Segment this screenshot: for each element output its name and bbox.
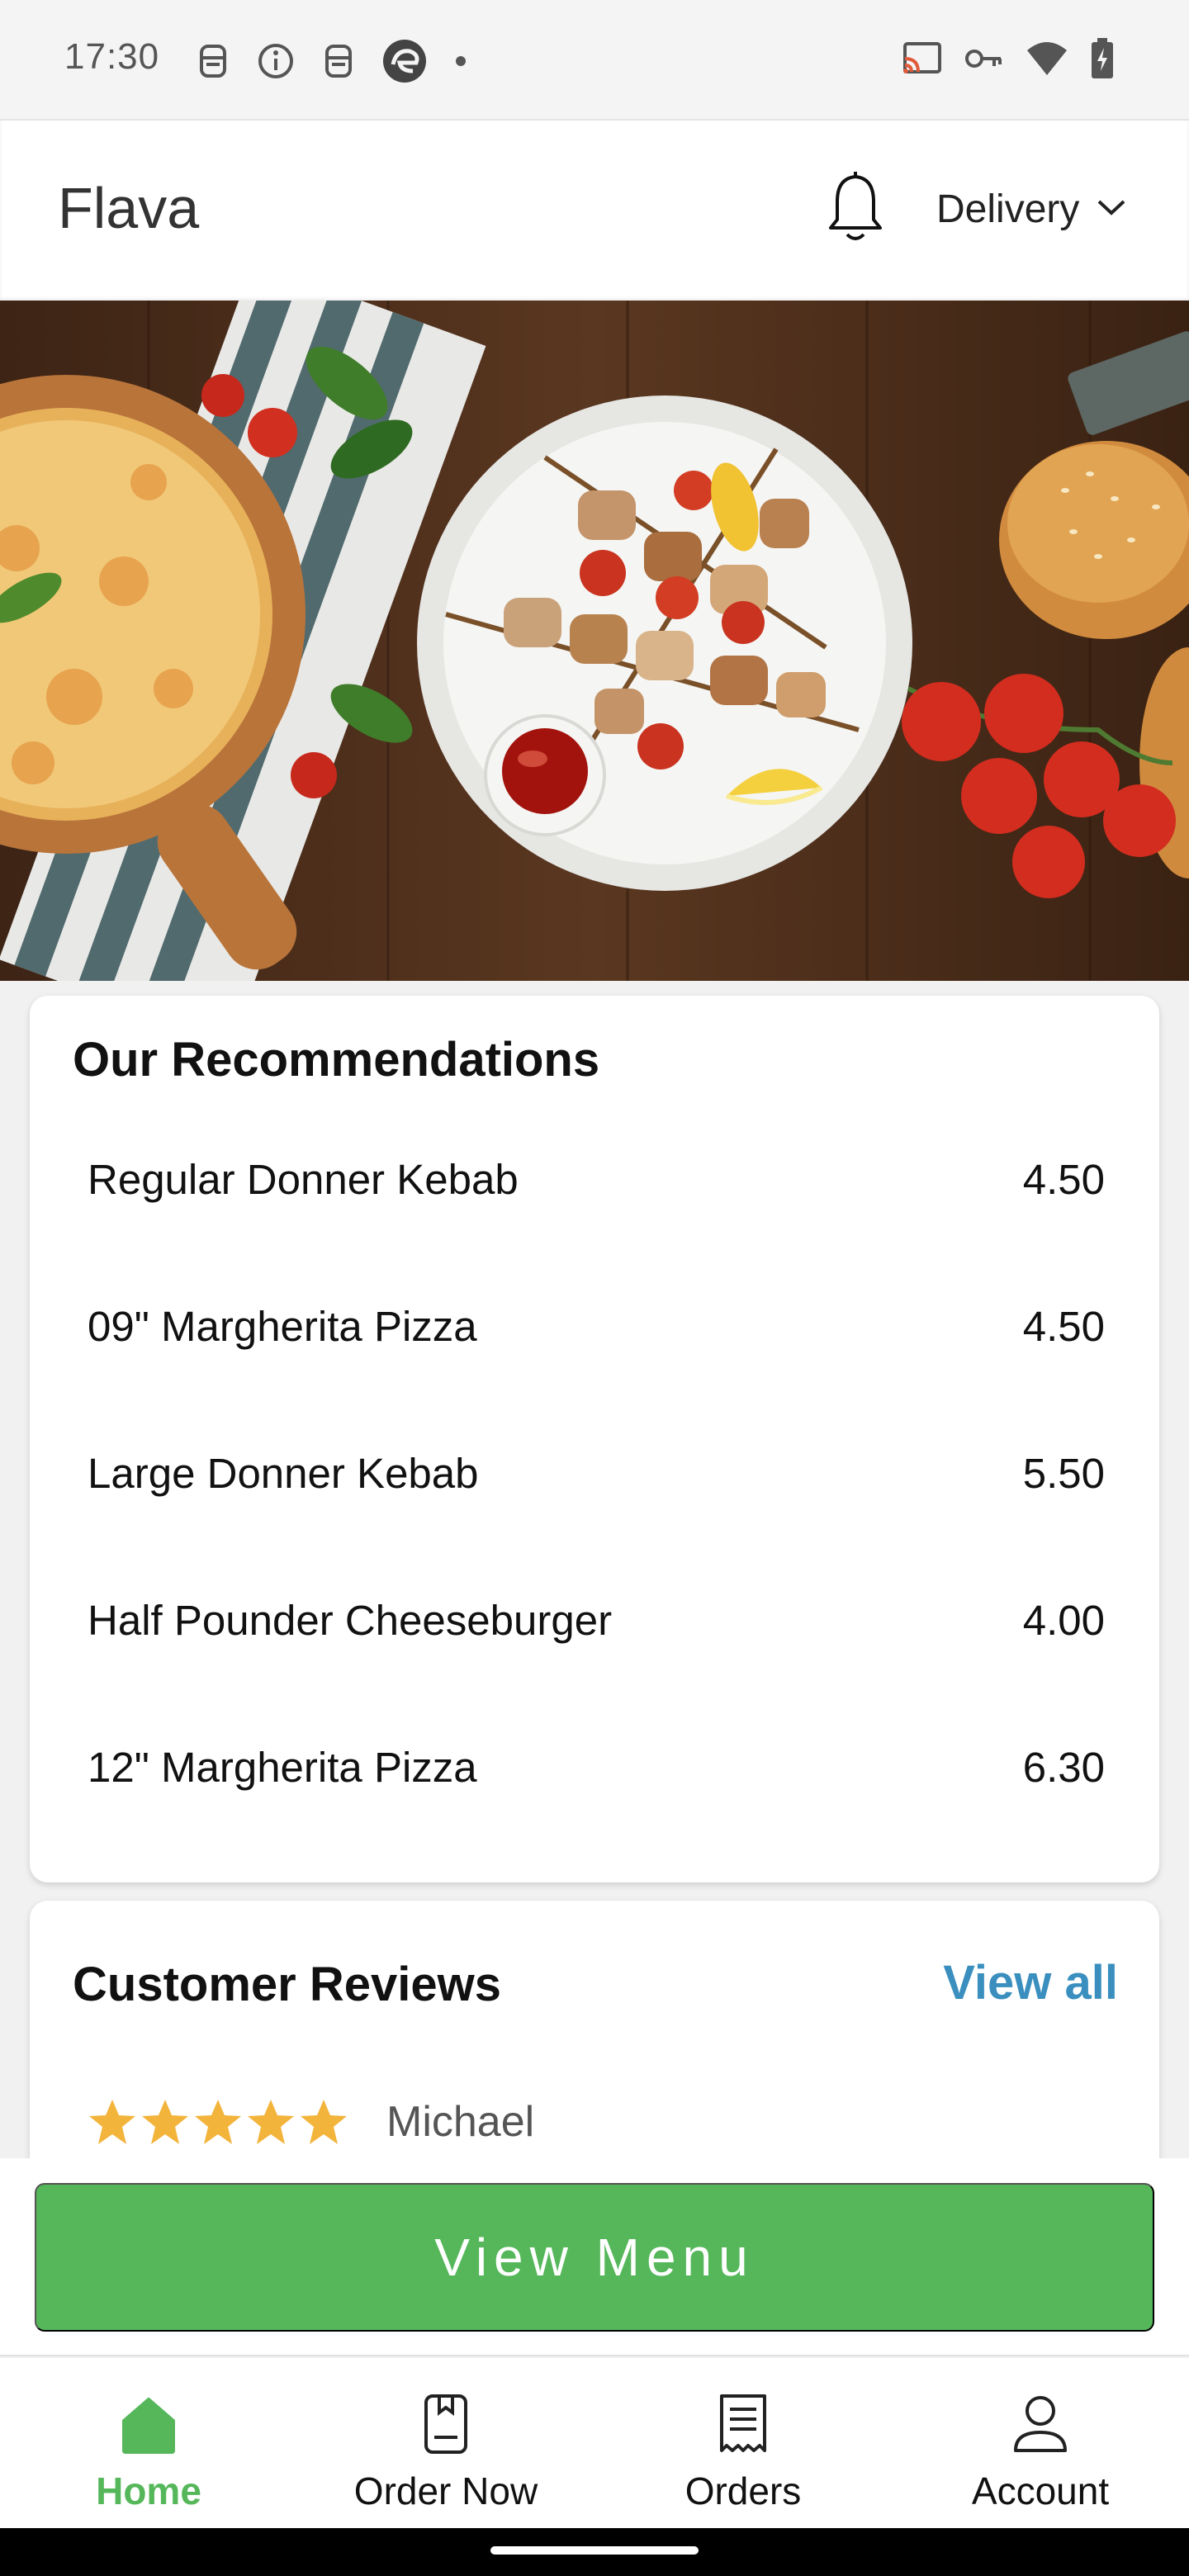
reviews-title: Customer Reviews [73,1958,501,2011]
bottom-nav: Home Order Now Orders Account [0,2358,1189,2528]
star-icon [195,2100,241,2144]
delivery-mode-label: Delivery [936,187,1080,231]
robot-icon [320,41,357,85]
hero-banner [0,301,1189,981]
nav-item-order-now[interactable]: Order Now [297,2358,594,2528]
star-icon [89,2100,135,2144]
item-price: 4.00 [1022,1596,1105,1644]
item-name: Half Pounder Cheeseburger [88,1596,613,1644]
bell-icon[interactable] [822,168,888,248]
nav-item-account[interactable]: Account [892,2358,1189,2528]
nav-item-home[interactable]: Home [0,2358,297,2528]
item-price: 5.50 [1022,1449,1105,1497]
customer-reviews-card: Customer Reviews View all Michael [30,1901,1159,2181]
food-banner-image [0,301,1189,981]
review-item[interactable]: Michael [88,2097,534,2147]
item-name: Regular Donner Kebab [88,1155,519,1203]
vpn-key-icon [964,46,1004,75]
app-title: Flava [58,176,200,240]
nav-label-order-now: Order Now [353,2469,538,2512]
recommendation-item[interactable]: 09" Margherita Pizza 4.50 [88,1276,1105,1376]
recommendation-item[interactable]: Regular Donner Kebab 4.50 [88,1129,1105,1229]
delivery-mode-dropdown[interactable]: Delivery [936,187,1127,232]
nav-item-orders[interactable]: Orders [594,2358,892,2528]
wifi-icon [1026,40,1068,81]
system-nav-bar [0,2528,1189,2576]
star-icon [248,2100,294,2144]
recommendations-title: Our Recommendations [73,1033,600,1087]
recommendation-item[interactable]: Half Pounder Cheeseburger 4.00 [88,1570,1105,1669]
nav-label-account: Account [971,2469,1110,2512]
order-document-icon [424,2394,467,2454]
item-name: 09" Margherita Pizza [88,1302,477,1350]
reviewer-name: Michael [386,2098,535,2146]
item-price: 4.50 [1022,1302,1105,1350]
item-name: Large Donner Kebab [88,1449,479,1497]
user-icon [1014,2396,1067,2452]
star-rating [88,2098,348,2146]
app-header: Flava Delivery [0,119,1189,301]
info-icon [256,41,296,85]
status-right-icons [900,38,1115,83]
home-icon [122,2398,175,2454]
status-time: 17:30 [64,36,160,77]
status-left-icons [195,38,469,88]
star-icon [301,2100,347,2144]
view-all-reviews-link[interactable]: View all [943,1955,1118,2010]
cta-panel: View Menu [0,2158,1189,2356]
recommendations-card: Our Recommendations Regular Donner Kebab… [30,996,1159,1882]
item-name: 12" Margherita Pizza [88,1743,477,1791]
cast-icon [900,40,943,81]
home-gesture-handle[interactable] [490,2546,699,2555]
star-icon [142,2100,188,2144]
receipt-icon [720,2394,766,2452]
status-bar: 17:30 [0,0,1189,119]
recommendation-item[interactable]: 12" Margherita Pizza 6.30 [88,1717,1105,1816]
view-menu-button[interactable]: View Menu [35,2183,1154,2332]
robot-icon [195,41,231,85]
edge-browser-icon [381,38,428,88]
item-price: 6.30 [1022,1743,1105,1791]
nav-label-orders: Orders [685,2469,802,2512]
recommendation-item[interactable]: Large Donner Kebab 5.50 [88,1423,1105,1522]
item-price: 4.50 [1022,1155,1105,1203]
chevron-down-icon [1096,197,1127,221]
nav-label-home: Home [96,2469,201,2512]
battery-icon [1090,38,1115,83]
dot-icon [452,53,469,73]
